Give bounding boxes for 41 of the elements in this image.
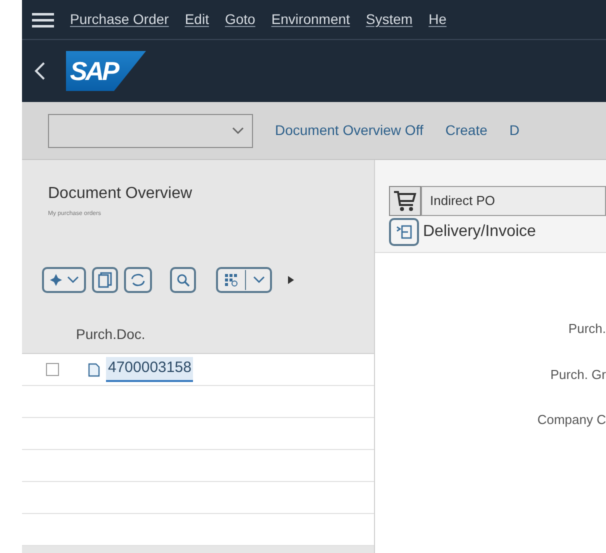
menu-item[interactable]: System xyxy=(366,9,413,30)
panel-title: Document Overview xyxy=(48,184,194,204)
toolbar-button[interactable]: Document Overview Off xyxy=(275,120,424,141)
copy-icon xyxy=(98,272,112,288)
star-icon xyxy=(49,273,63,287)
refresh-icon xyxy=(130,273,146,287)
menu-icon xyxy=(32,12,54,28)
document-icon xyxy=(88,362,100,376)
chevron-down-icon xyxy=(67,276,79,284)
copy-button[interactable] xyxy=(92,267,118,293)
toolbar-button[interactable]: D xyxy=(509,120,520,141)
sap-logo: SAP xyxy=(66,51,146,91)
cart-icon xyxy=(393,190,417,212)
column-header: Purch.Doc. xyxy=(76,325,146,344)
chevron-down-icon xyxy=(252,276,264,284)
toolbar-button[interactable]: Create xyxy=(445,120,488,141)
menu-item[interactable]: Environment xyxy=(271,9,350,30)
row-checkbox[interactable] xyxy=(46,363,59,376)
search-button[interactable] xyxy=(170,267,196,293)
collapse-button[interactable] xyxy=(389,218,419,246)
field-label: Purch. xyxy=(568,320,606,338)
refresh-button[interactable] xyxy=(124,267,152,293)
field-label: Purch. Gr xyxy=(550,366,606,384)
search-icon xyxy=(176,273,190,287)
chevron-down-icon xyxy=(232,126,244,134)
select-field[interactable] xyxy=(48,114,253,148)
order-type-field[interactable]: Indirect PO xyxy=(421,186,606,216)
menu-item[interactable]: He xyxy=(428,9,446,30)
back-icon xyxy=(34,61,46,81)
grid-icon xyxy=(224,273,238,287)
expand-menu-button[interactable] xyxy=(42,267,86,293)
more-arrow-icon xyxy=(288,276,294,284)
layout-menu-button[interactable] xyxy=(216,267,272,293)
section-title: Delivery/Invoice xyxy=(423,222,536,242)
field-label: Company C xyxy=(537,411,606,429)
document-number-link[interactable]: 4700003158 xyxy=(106,357,194,382)
menu-item[interactable]: Purchase Order xyxy=(70,9,169,30)
cart-button[interactable] xyxy=(389,186,421,216)
menu-item[interactable]: Edit xyxy=(184,9,209,30)
expand-section-icon xyxy=(396,225,412,239)
menu-item[interactable]: Goto xyxy=(224,9,256,30)
